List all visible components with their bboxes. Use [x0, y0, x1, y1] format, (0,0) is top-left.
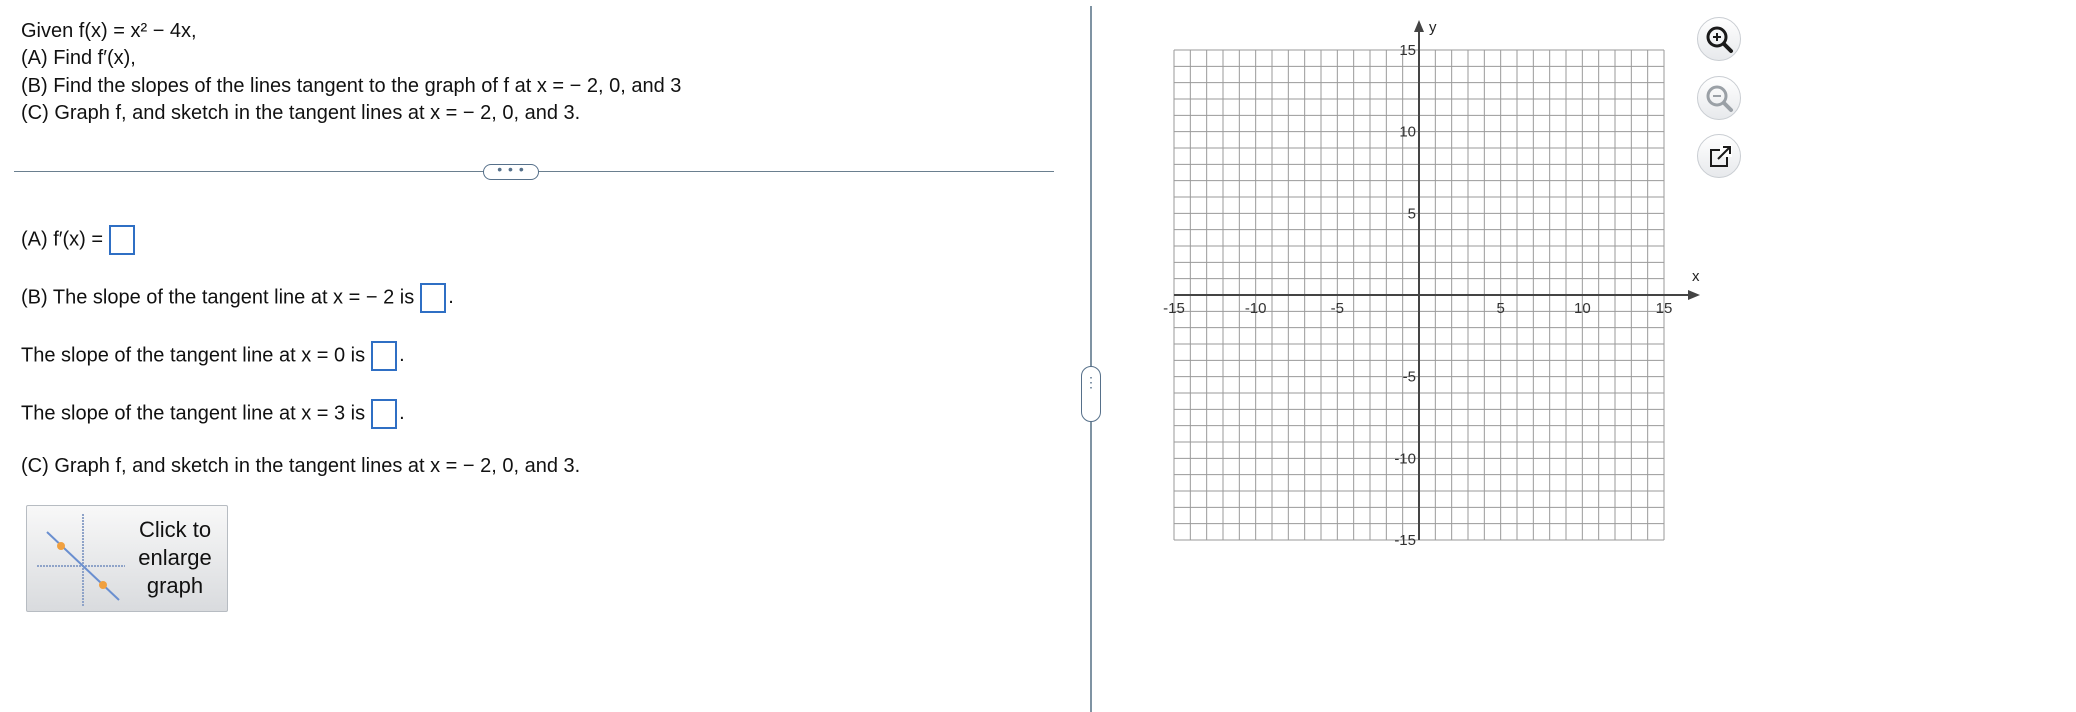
period: . [399, 402, 405, 425]
x-tick-label: 5 [1496, 300, 1504, 317]
y-tick-label: -15 [1394, 532, 1416, 548]
answer-a-input[interactable] [109, 225, 136, 255]
pane-divider [1090, 6, 1092, 712]
external-link-icon [1710, 145, 1732, 167]
y-axis-arrow [1414, 20, 1424, 32]
enlarge-graph-button[interactable]: Click to enlarge graph [26, 505, 228, 612]
y-axis-label: y [1429, 19, 1437, 36]
slope-neg2-input[interactable] [420, 283, 447, 313]
answer-b-label: (B) The slope of the tangent line at x =… [21, 286, 415, 309]
y-tick-label: 15 [1399, 42, 1416, 59]
answer-b-row: (B) The slope of the tangent line at x =… [21, 283, 454, 313]
problem-part-c: (C) Graph f, and sketch in the tangent l… [21, 102, 581, 124]
pane-resize-handle[interactable]: ⋮ [1081, 366, 1101, 422]
period: . [399, 344, 405, 367]
enlarge-line-3: graph [146, 573, 204, 598]
enlarge-graph-label: Click to enlarge graph [125, 516, 225, 600]
slope-0-input[interactable] [371, 341, 398, 371]
x-tick-label: -10 [1245, 300, 1267, 317]
zoom-out-icon [1706, 85, 1733, 112]
enlarge-line-2: enlarge [138, 545, 212, 570]
zoom-in-button[interactable] [1697, 17, 1741, 61]
x-tick-label: 10 [1574, 300, 1591, 317]
coordinate-grid[interactable]: x y -15 -10 -5 5 10 15 15 10 5 -5 -10 -15 [1150, 18, 1710, 548]
x-axis-label: x [1692, 268, 1700, 285]
zoom-in-icon [1706, 26, 1733, 53]
x-axis-arrow [1688, 290, 1700, 300]
y-tick-label: -5 [1403, 369, 1416, 386]
answer-c-label: (C) Graph f, and sketch in the tangent l… [21, 455, 581, 477]
slope-3-input[interactable] [371, 399, 398, 429]
slope-0-row: The slope of the tangent line at x = 0 i… [21, 341, 405, 371]
slope-0-label: The slope of the tangent line at x = 0 i… [21, 344, 366, 367]
y-tick-label: 10 [1399, 124, 1416, 141]
y-tick-label: -10 [1394, 450, 1416, 467]
problem-part-b: (B) Find the slopes of the lines tangent… [21, 75, 682, 97]
popout-button[interactable] [1697, 134, 1741, 178]
more-options-button[interactable]: • • • [483, 162, 539, 180]
problem-part-a: (A) Find f′(x), [21, 47, 136, 69]
answer-a-row: (A) f′(x) = [21, 225, 136, 255]
slope-3-row: The slope of the tangent line at x = 3 i… [21, 399, 405, 429]
y-tick-label: 5 [1408, 205, 1416, 222]
period: . [448, 286, 454, 309]
slope-3-label: The slope of the tangent line at x = 3 i… [21, 402, 366, 425]
x-tick-label: -15 [1163, 300, 1185, 317]
x-tick-label: 15 [1656, 300, 1673, 317]
problem-given: Given f(x) = x² − 4x, [21, 20, 197, 42]
zoom-out-button[interactable] [1697, 76, 1741, 120]
graph-thumbnail-icon [37, 514, 125, 606]
x-tick-label: -5 [1331, 300, 1344, 317]
enlarge-line-1: Click to [138, 517, 212, 542]
answer-a-label: (A) f′(x) = [21, 228, 104, 251]
